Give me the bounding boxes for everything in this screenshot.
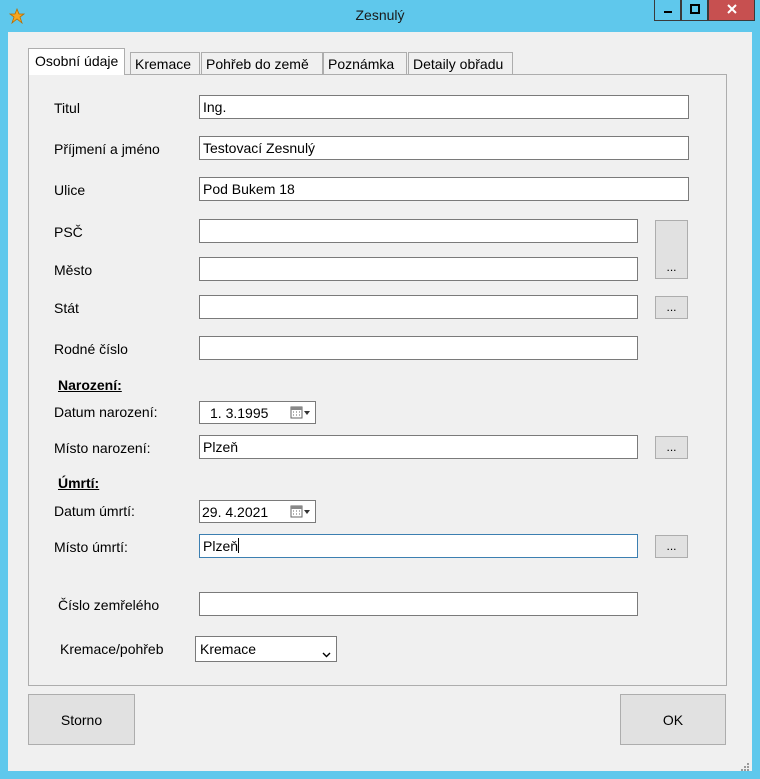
titul-label: Titul <box>54 100 80 116</box>
tab-kremace[interactable]: Kremace <box>130 52 200 74</box>
rodne-cislo-label: Rodné číslo <box>54 341 128 357</box>
misto-umrti-label: Místo úmrtí: <box>54 539 128 555</box>
psc-mesto-browse-button[interactable]: ... <box>655 220 688 279</box>
tab-detaily-obradu[interactable]: Detaily obřadu <box>408 52 513 74</box>
close-button[interactable] <box>708 0 755 21</box>
datum-narozeni-value: 1. 3.1995 <box>210 405 269 421</box>
dialog-client-area: Osobní údaje Kremace Pohřeb do země Pozn… <box>8 32 752 771</box>
jmeno-label: Příjmení a jméno <box>54 141 160 157</box>
cislo-zemreleho-label: Číslo zemřelého <box>58 597 160 613</box>
cislo-zemreleho-input[interactable] <box>199 592 638 616</box>
storno-button[interactable]: Storno <box>28 694 135 745</box>
close-icon <box>726 2 738 18</box>
ulice-label: Ulice <box>54 182 86 198</box>
minimize-button[interactable] <box>654 0 681 21</box>
tab-osobni-udaje[interactable]: Osobní údaje <box>28 48 126 75</box>
psc-input[interactable] <box>199 219 638 243</box>
minimize-icon <box>662 2 674 18</box>
stat-input[interactable] <box>199 295 638 319</box>
kremace-pohreb-selected: Kremace <box>200 641 257 657</box>
mesto-label: Město <box>54 262 93 278</box>
dialog-window: Zesnulý Osobní údaje Kremace Pohřeb do z… <box>0 0 760 779</box>
umrti-heading: Úmrtí: <box>58 475 100 491</box>
ulice-input[interactable]: Pod Bukem 18 <box>199 177 689 201</box>
misto-narozeni-label: Místo narození: <box>54 440 151 456</box>
jmeno-input[interactable]: Testovací Zesnulý <box>199 136 689 160</box>
maximize-button[interactable] <box>681 0 708 21</box>
narozeni-heading: Narození: <box>58 377 122 393</box>
stat-label: Stát <box>54 300 79 316</box>
window-title: Zesnulý <box>355 7 405 23</box>
datum-umrti-picker[interactable]: 29. 4.2021 <box>199 500 316 523</box>
ok-button[interactable]: OK <box>620 694 726 745</box>
misto-narozeni-input[interactable]: Plzeň <box>199 435 638 459</box>
chevron-down-icon <box>322 645 331 661</box>
resize-grip-icon[interactable] <box>739 758 749 771</box>
datum-narozeni-picker[interactable]: 1. 3.1995 <box>199 401 316 424</box>
calendar-dropdown-icon[interactable] <box>290 406 312 420</box>
kremace-pohreb-label: Kremace/pohřeb <box>60 641 164 657</box>
tab-pohreb-do-zeme[interactable]: Pohřeb do země <box>201 52 323 74</box>
misto-umrti-value: Plzeň <box>203 538 239 554</box>
misto-umrti-input[interactable]: Plzeň <box>199 534 638 558</box>
misto-umrti-browse-button[interactable]: ... <box>655 535 688 558</box>
psc-label: PSČ <box>54 224 83 240</box>
rodne-cislo-input[interactable] <box>199 336 638 360</box>
text-caret <box>238 538 240 553</box>
datum-narozeni-label: Datum narození: <box>54 404 158 420</box>
datum-umrti-label: Datum úmrtí: <box>54 503 135 519</box>
calendar-dropdown-icon[interactable] <box>290 505 312 519</box>
datum-umrti-value: 29. 4.2021 <box>202 504 269 520</box>
stat-browse-button[interactable]: ... <box>655 296 688 319</box>
mesto-input[interactable] <box>199 257 638 281</box>
kremace-pohreb-select[interactable]: Kremace <box>195 636 337 662</box>
titul-input[interactable]: Ing. <box>199 95 689 119</box>
tab-poznamka[interactable]: Poznámka <box>323 52 407 74</box>
maximize-icon <box>689 2 701 18</box>
misto-narozeni-browse-button[interactable]: ... <box>655 436 688 459</box>
title-bar[interactable]: Zesnulý <box>0 0 760 32</box>
